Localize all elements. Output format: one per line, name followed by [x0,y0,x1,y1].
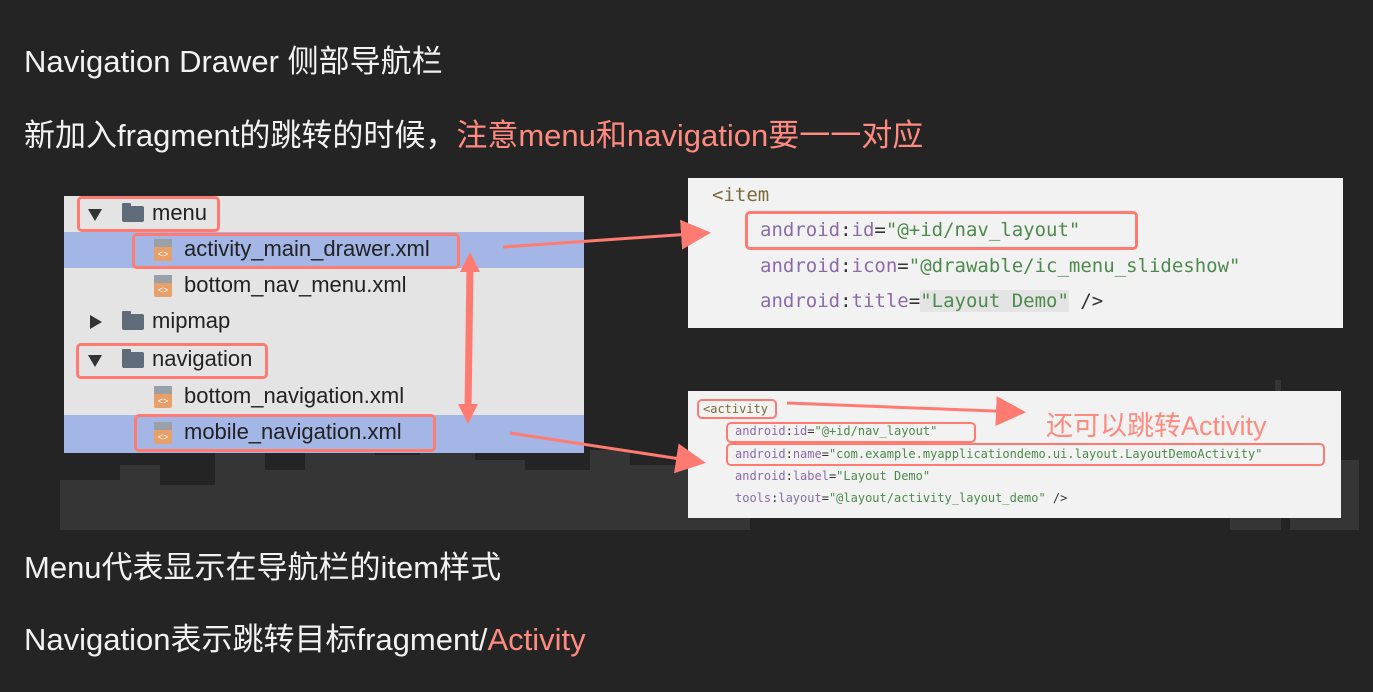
code-line: android:label="Layout Demo" [735,469,931,483]
description-text: Navigation表示跳转目标fragment/ [24,622,488,657]
highlight-box-item-id [745,211,1138,250]
tree-item-label: mipmap [152,308,231,333]
tree-file-bottom-nav-menu[interactable]: <> bottom_nav_menu.xml [64,268,584,304]
collapse-arrow-icon[interactable] [90,315,102,329]
activity-note: 还可以跳转Activity [1046,411,1267,441]
xml-file-icon: <> [154,275,172,297]
folder-icon [122,311,144,330]
highlight-box-activity-id [726,422,976,443]
code-line: android:title="Layout Demo" /> [760,290,1104,312]
highlight-box-navigation [76,343,268,379]
description-menu: Menu代表显示在导航栏的item样式 [24,550,502,585]
description-highlight: Activity [487,622,586,657]
code-panel-menu-item: <item android:id="@+id/nav_layout" andro… [688,178,1343,328]
xml-file-icon: <> [154,386,172,408]
code-line: android:icon="@drawable/ic_menu_slidesho… [760,255,1241,277]
code-tag: <item [712,184,770,206]
page-title: Navigation Drawer 侧部导航栏 [24,44,443,79]
highlight-box-activity-name [726,443,1325,466]
instruction-line: 新加入fragment的跳转的时候，注意menu和navigation要一一对应 [24,110,923,155]
tree-item-label: bottom_navigation.xml [184,383,405,408]
tree-file-bottom-navigation[interactable]: <> bottom_navigation.xml [64,379,584,415]
description-navigation: Navigation表示跳转目标fragment/Activity [24,614,586,659]
instruction-highlight: 注意menu和navigation要一一对应 [456,118,924,153]
tree-folder-mipmap[interactable]: mipmap [64,304,584,340]
tree-item-label: bottom_nav_menu.xml [184,272,407,297]
highlight-box-mobile-nav-file [134,414,436,452]
highlight-box-activity-tag [697,399,777,419]
instruction-text: 新加入fragment的跳转的时候， [24,118,457,153]
code-line: tools:layout="@layout/activity_layout_de… [735,491,1068,505]
highlight-box-menu [77,196,220,232]
highlight-box-drawer-file [132,233,460,269]
